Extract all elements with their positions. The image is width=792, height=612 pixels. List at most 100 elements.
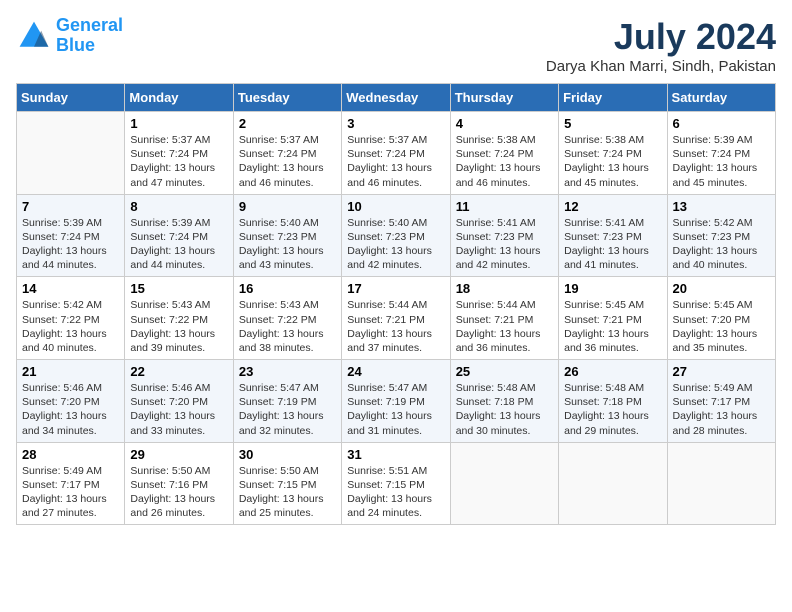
weekday-header-friday: Friday — [559, 84, 667, 112]
logo: General Blue — [16, 16, 123, 56]
calendar-cell — [450, 442, 558, 525]
day-info: Sunrise: 5:43 AMSunset: 7:22 PMDaylight:… — [130, 298, 227, 355]
day-info: Sunrise: 5:47 AMSunset: 7:19 PMDaylight:… — [239, 381, 336, 438]
day-number: 7 — [22, 199, 119, 214]
calendar-cell: 23 Sunrise: 5:47 AMSunset: 7:19 PMDayligh… — [233, 360, 341, 443]
calendar-cell: 18Sunrise: 5:44 AMSunset: 7:21 PMDayligh… — [450, 277, 558, 360]
calendar-cell: 16 Sunrise: 5:43 AMSunset: 7:22 PMDayligh… — [233, 277, 341, 360]
weekday-header-wednesday: Wednesday — [342, 84, 450, 112]
day-info: Sunrise: 5:45 AMSunset: 7:20 PMDaylight:… — [673, 298, 770, 355]
calendar-cell: 24 Sunrise: 5:47 AMSunset: 7:19 PMDayligh… — [342, 360, 450, 443]
calendar-cell: 22Sunrise: 5:46 AMSunset: 7:20 PMDayligh… — [125, 360, 233, 443]
day-info: Sunrise: 5:38 AMSunset: 7:24 PMDaylight:… — [564, 133, 661, 190]
day-number: 25 — [456, 364, 553, 379]
weekday-header-sunday: Sunday — [17, 84, 125, 112]
day-info: Sunrise: 5:45 AMSunset: 7:21 PMDaylight:… — [564, 298, 661, 355]
page-header: General Blue July 2024 Darya Khan Marri,… — [16, 16, 776, 75]
calendar-cell: 8 Sunrise: 5:39 AMSunset: 7:24 PMDaylight… — [125, 194, 233, 277]
day-number: 8 — [130, 199, 227, 214]
day-info: Sunrise: 5:37 AMSunset: 7:24 PMDaylight:… — [347, 133, 444, 190]
day-info: Sunrise: 5:44 AMSunset: 7:21 PMDaylight:… — [456, 298, 553, 355]
calendar-cell: 4 Sunrise: 5:38 AMSunset: 7:24 PMDaylight… — [450, 112, 558, 195]
calendar-cell — [17, 112, 125, 195]
calendar-week-2: 7 Sunrise: 5:39 AMSunset: 7:24 PMDaylight… — [17, 194, 776, 277]
calendar-cell: 3 Sunrise: 5:37 AMSunset: 7:24 PMDaylight… — [342, 112, 450, 195]
day-info: Sunrise: 5:50 AMSunset: 7:15 PMDaylight:… — [239, 464, 336, 521]
calendar-cell: 13 Sunrise: 5:42 AMSunset: 7:23 PMDayligh… — [667, 194, 775, 277]
day-info: Sunrise: 5:40 AMSunset: 7:23 PMDaylight:… — [239, 216, 336, 273]
calendar-cell: 1 Sunrise: 5:37 AMSunset: 7:24 PMDaylight… — [125, 112, 233, 195]
weekday-header-monday: Monday — [125, 84, 233, 112]
calendar-week-5: 28Sunrise: 5:49 AMSunset: 7:17 PMDayligh… — [17, 442, 776, 525]
day-info: Sunrise: 5:40 AMSunset: 7:23 PMDaylight:… — [347, 216, 444, 273]
day-number: 2 — [239, 116, 336, 131]
calendar-cell: 28Sunrise: 5:49 AMSunset: 7:17 PMDayligh… — [17, 442, 125, 525]
calendar-cell: 2 Sunrise: 5:37 AMSunset: 7:24 PMDaylight… — [233, 112, 341, 195]
day-number: 4 — [456, 116, 553, 131]
day-number: 13 — [673, 199, 770, 214]
calendar-cell: 14 Sunrise: 5:42 AMSunset: 7:22 PMDayligh… — [17, 277, 125, 360]
calendar-cell: 26Sunrise: 5:48 AMSunset: 7:18 PMDayligh… — [559, 360, 667, 443]
day-number: 1 — [130, 116, 227, 131]
day-info: Sunrise: 5:38 AMSunset: 7:24 PMDaylight:… — [456, 133, 553, 190]
weekday-header-tuesday: Tuesday — [233, 84, 341, 112]
calendar-cell: 25Sunrise: 5:48 AMSunset: 7:18 PMDayligh… — [450, 360, 558, 443]
day-info: Sunrise: 5:49 AMSunset: 7:17 PMDaylight:… — [673, 381, 770, 438]
day-number: 12 — [564, 199, 661, 214]
day-info: Sunrise: 5:46 AMSunset: 7:20 PMDaylight:… — [22, 381, 119, 438]
day-info: Sunrise: 5:42 AMSunset: 7:23 PMDaylight:… — [673, 216, 770, 273]
calendar-week-4: 21 Sunrise: 5:46 AMSunset: 7:20 PMDayligh… — [17, 360, 776, 443]
day-number: 6 — [673, 116, 770, 131]
calendar-cell — [667, 442, 775, 525]
day-number: 22 — [130, 364, 227, 379]
calendar-cell: 31 Sunrise: 5:51 AMSunset: 7:15 PMDayligh… — [342, 442, 450, 525]
calendar-table: SundayMondayTuesdayWednesdayThursdayFrid… — [16, 83, 776, 525]
day-number: 11 — [456, 199, 553, 214]
logo-icon — [16, 18, 52, 54]
calendar-cell: 11 Sunrise: 5:41 AMSunset: 7:23 PMDayligh… — [450, 194, 558, 277]
calendar-cell: 29Sunrise: 5:50 AMSunset: 7:16 PMDayligh… — [125, 442, 233, 525]
calendar-cell: 9 Sunrise: 5:40 AMSunset: 7:23 PMDaylight… — [233, 194, 341, 277]
day-info: Sunrise: 5:42 AMSunset: 7:22 PMDaylight:… — [22, 298, 119, 355]
title-block: July 2024 Darya Khan Marri, Sindh, Pakis… — [546, 16, 776, 75]
day-info: Sunrise: 5:37 AMSunset: 7:24 PMDaylight:… — [130, 133, 227, 190]
day-number: 20 — [673, 281, 770, 296]
day-number: 9 — [239, 199, 336, 214]
day-info: Sunrise: 5:39 AMSunset: 7:24 PMDaylight:… — [130, 216, 227, 273]
day-info: Sunrise: 5:41 AMSunset: 7:23 PMDaylight:… — [564, 216, 661, 273]
day-number: 16 — [239, 281, 336, 296]
weekday-header-thursday: Thursday — [450, 84, 558, 112]
day-number: 24 — [347, 364, 444, 379]
calendar-week-3: 14 Sunrise: 5:42 AMSunset: 7:22 PMDayligh… — [17, 277, 776, 360]
day-number: 30 — [239, 447, 336, 462]
day-info: Sunrise: 5:50 AMSunset: 7:16 PMDaylight:… — [130, 464, 227, 521]
day-info: Sunrise: 5:39 AMSunset: 7:24 PMDaylight:… — [673, 133, 770, 190]
calendar-cell: 21 Sunrise: 5:46 AMSunset: 7:20 PMDayligh… — [17, 360, 125, 443]
location-title: Darya Khan Marri, Sindh, Pakistan — [546, 58, 776, 75]
calendar-week-1: 1 Sunrise: 5:37 AMSunset: 7:24 PMDaylight… — [17, 112, 776, 195]
day-info: Sunrise: 5:43 AMSunset: 7:22 PMDaylight:… — [239, 298, 336, 355]
day-number: 17 — [347, 281, 444, 296]
day-info: Sunrise: 5:51 AMSunset: 7:15 PMDaylight:… — [347, 464, 444, 521]
calendar-cell: 27 Sunrise: 5:49 AMSunset: 7:17 PMDayligh… — [667, 360, 775, 443]
day-number: 19 — [564, 281, 661, 296]
day-info: Sunrise: 5:41 AMSunset: 7:23 PMDaylight:… — [456, 216, 553, 273]
calendar-cell: 6 Sunrise: 5:39 AMSunset: 7:24 PMDaylight… — [667, 112, 775, 195]
month-title: July 2024 — [546, 16, 776, 58]
logo-text: General Blue — [56, 16, 123, 56]
day-number: 31 — [347, 447, 444, 462]
day-number: 14 — [22, 281, 119, 296]
calendar-cell: 12 Sunrise: 5:41 AMSunset: 7:23 PMDayligh… — [559, 194, 667, 277]
day-info: Sunrise: 5:47 AMSunset: 7:19 PMDaylight:… — [347, 381, 444, 438]
day-info: Sunrise: 5:37 AMSunset: 7:24 PMDaylight:… — [239, 133, 336, 190]
day-number: 3 — [347, 116, 444, 131]
calendar-cell: 10 Sunrise: 5:40 AMSunset: 7:23 PMDayligh… — [342, 194, 450, 277]
weekday-header-saturday: Saturday — [667, 84, 775, 112]
day-number: 10 — [347, 199, 444, 214]
day-number: 23 — [239, 364, 336, 379]
day-info: Sunrise: 5:48 AMSunset: 7:18 PMDaylight:… — [564, 381, 661, 438]
day-number: 27 — [673, 364, 770, 379]
calendar-cell: 17Sunrise: 5:44 AMSunset: 7:21 PMDayligh… — [342, 277, 450, 360]
weekday-header-row: SundayMondayTuesdayWednesdayThursdayFrid… — [17, 84, 776, 112]
day-number: 21 — [22, 364, 119, 379]
